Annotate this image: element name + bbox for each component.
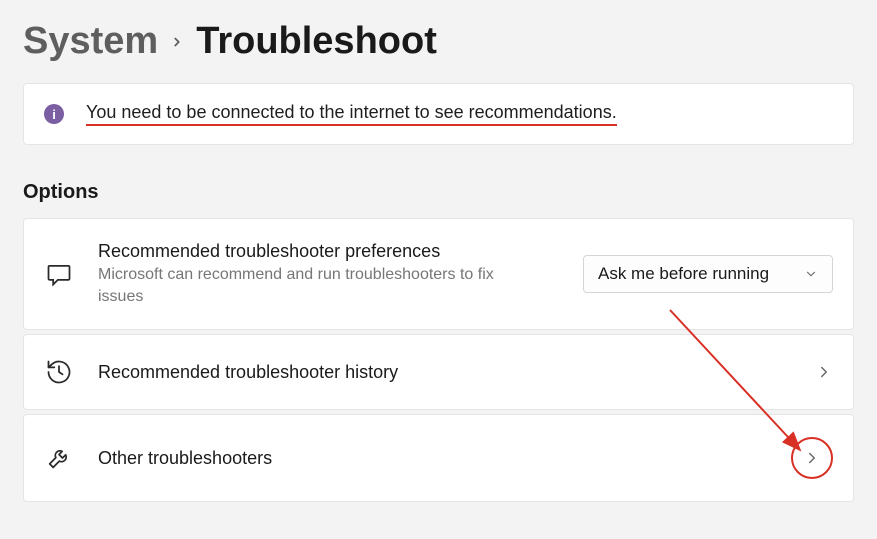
other-title: Other troubleshooters bbox=[98, 448, 767, 469]
info-banner: i You need to be connected to the intern… bbox=[23, 83, 854, 145]
history-title: Recommended troubleshooter history bbox=[98, 362, 791, 383]
info-banner-text: You need to be connected to the internet… bbox=[86, 102, 617, 126]
dropdown-value: Ask me before running bbox=[598, 264, 769, 284]
page-title: Troubleshoot bbox=[196, 20, 437, 63]
preferences-dropdown[interactable]: Ask me before running bbox=[583, 255, 833, 293]
wrench-icon bbox=[44, 443, 74, 473]
breadcrumb: System Troubleshoot bbox=[0, 0, 877, 83]
preferences-card: Recommended troubleshooter preferences M… bbox=[23, 218, 854, 330]
breadcrumb-parent-link[interactable]: System bbox=[23, 20, 158, 63]
chevron-right-icon bbox=[815, 363, 833, 381]
preferences-subtitle: Microsoft can recommend and run troubles… bbox=[98, 264, 528, 307]
section-title-options: Options bbox=[0, 181, 877, 204]
history-chevron bbox=[815, 363, 833, 381]
history-card[interactable]: Recommended troubleshooter history bbox=[23, 334, 854, 410]
chevron-down-icon bbox=[804, 267, 818, 281]
card-content: Other troubleshooters bbox=[98, 448, 767, 469]
chevron-right-icon bbox=[170, 28, 184, 56]
card-content: Recommended troubleshooter preferences M… bbox=[98, 241, 559, 307]
history-icon bbox=[44, 357, 74, 387]
info-icon: i bbox=[44, 104, 64, 124]
chevron-right-icon bbox=[803, 449, 821, 467]
chat-icon bbox=[44, 259, 74, 289]
preferences-title: Recommended troubleshooter preferences bbox=[98, 241, 559, 262]
other-chevron-highlighted bbox=[791, 437, 833, 479]
other-troubleshooters-card[interactable]: Other troubleshooters bbox=[23, 414, 854, 502]
card-content: Recommended troubleshooter history bbox=[98, 362, 791, 383]
